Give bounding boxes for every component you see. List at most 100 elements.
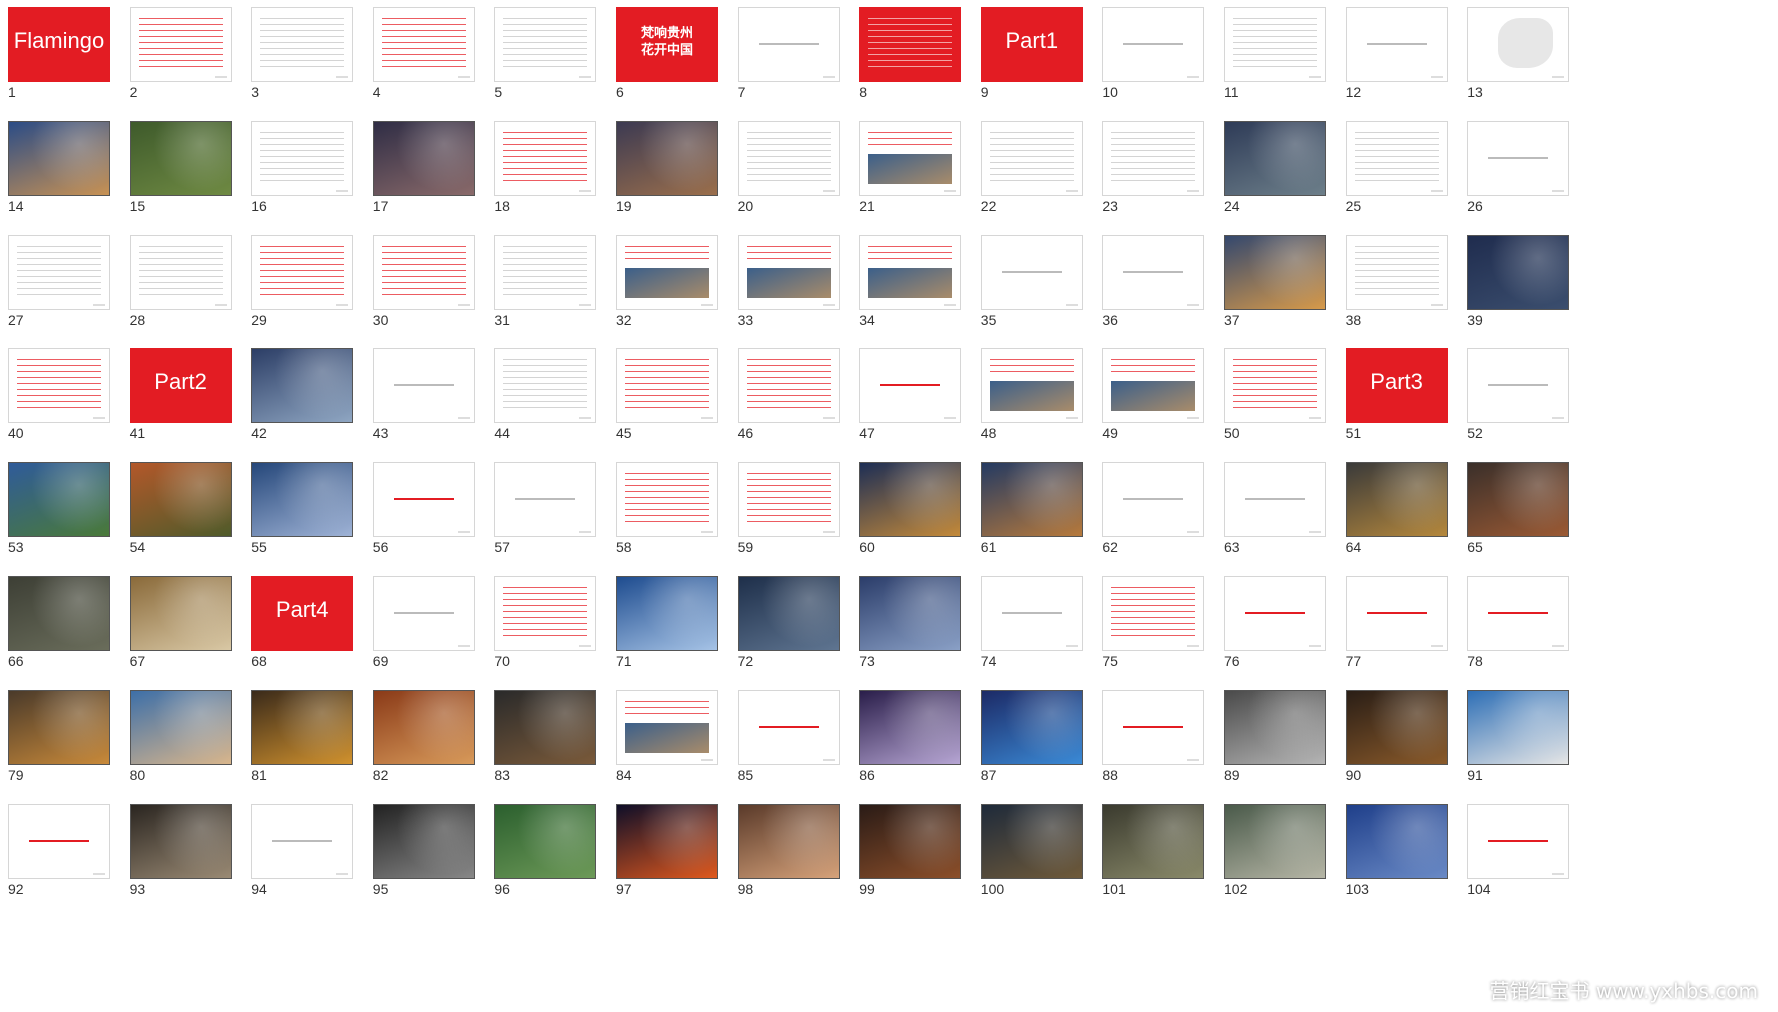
slide-thumbnail-cell[interactable]: 20 — [728, 112, 840, 217]
slide-thumbnail[interactable] — [8, 348, 110, 424]
slide-thumbnail-cell[interactable]: 34 — [849, 226, 962, 331]
slide-thumbnail[interactable] — [251, 348, 354, 424]
slide-thumbnail-cell[interactable]: 102 — [1214, 795, 1326, 900]
slide-thumbnail-cell[interactable]: 64 — [1336, 453, 1448, 558]
slide-thumbnail[interactable] — [1224, 462, 1326, 538]
slide-thumbnail[interactable] — [1102, 234, 1205, 310]
slide-thumbnail-cell[interactable]: 12 — [1336, 0, 1448, 103]
slide-thumbnail-cell[interactable]: 67 — [120, 567, 232, 672]
slide-thumbnail[interactable] — [129, 462, 232, 538]
slide-thumbnail-cell[interactable]: 85 — [728, 681, 840, 786]
slide-thumbnail[interactable] — [1345, 462, 1448, 538]
slide-thumbnail-cell[interactable]: 42 — [241, 339, 354, 444]
slide-thumbnail[interactable] — [1467, 234, 1570, 310]
slide-thumbnail-cell[interactable]: 101 — [1092, 795, 1205, 900]
slide-thumbnail-cell[interactable]: 90 — [1336, 681, 1448, 786]
slide-thumbnail[interactable] — [372, 120, 475, 196]
slide-thumbnail-cell[interactable]: 88 — [1092, 681, 1205, 786]
slide-thumbnail-cell[interactable]: 11 — [1214, 0, 1326, 103]
slide-thumbnail[interactable] — [859, 234, 962, 310]
slide-thumbnail-cell[interactable]: 77 — [1336, 567, 1448, 672]
slide-thumbnail[interactable] — [251, 120, 354, 196]
slide-thumbnail-cell[interactable]: 38 — [1336, 226, 1448, 331]
slide-thumbnail[interactable] — [129, 689, 232, 765]
slide-thumbnail-cell[interactable]: 53 — [0, 453, 110, 558]
slide-thumbnail[interactable]: Part3 — [1345, 348, 1448, 424]
slide-thumbnail-cell[interactable]: 74 — [971, 567, 1083, 672]
slide-thumbnail-cell[interactable]: 39 — [1457, 226, 1570, 331]
slide-thumbnail-cell[interactable]: 100 — [971, 795, 1083, 900]
slide-thumbnail[interactable] — [859, 7, 962, 82]
slide-thumbnail[interactable] — [372, 7, 475, 82]
slide-thumbnail[interactable] — [372, 576, 475, 651]
slide-thumbnail[interactable] — [1224, 348, 1326, 424]
slide-thumbnail[interactable] — [8, 234, 110, 310]
slide-thumbnail[interactable] — [1102, 462, 1205, 538]
slide-thumbnail[interactable] — [251, 234, 354, 310]
slide-thumbnail-cell[interactable]: 32 — [606, 226, 718, 331]
slide-thumbnail[interactable] — [494, 120, 597, 196]
slide-thumbnail-cell[interactable]: 37 — [1214, 226, 1326, 331]
slide-thumbnail[interactable] — [494, 7, 597, 82]
slide-thumbnail[interactable] — [737, 120, 840, 196]
slide-thumbnail[interactable] — [1345, 803, 1448, 879]
slide-thumbnail-cell[interactable]: 86 — [849, 681, 962, 786]
slide-thumbnail-cell[interactable]: 7 — [728, 0, 840, 103]
slide-thumbnail[interactable] — [372, 462, 475, 538]
slide-thumbnail-cell[interactable]: 99 — [849, 795, 962, 900]
slide-thumbnail-cell[interactable]: 81 — [241, 681, 354, 786]
slide-thumbnail[interactable] — [1345, 120, 1448, 196]
slide-thumbnail[interactable] — [737, 234, 840, 310]
slide-thumbnail[interactable] — [1224, 7, 1326, 82]
slide-thumbnail[interactable] — [1102, 689, 1205, 765]
slide-thumbnail-cell[interactable]: Part2 41 — [120, 339, 232, 444]
slide-thumbnail-cell[interactable]: 69 — [363, 567, 475, 672]
slide-thumbnail[interactable] — [1102, 803, 1205, 879]
slide-thumbnail[interactable] — [129, 7, 232, 82]
slide-thumbnail[interactable] — [494, 689, 597, 765]
slide-thumbnail-cell[interactable]: 48 — [971, 339, 1083, 444]
slide-thumbnail[interactable] — [1467, 348, 1570, 424]
slide-thumbnail[interactable] — [372, 348, 475, 424]
slide-thumbnail-cell[interactable]: 57 — [484, 453, 597, 558]
slide-thumbnail-cell[interactable]: 13 — [1457, 0, 1570, 103]
slide-thumbnail[interactable] — [980, 234, 1083, 310]
slide-thumbnail[interactable] — [8, 120, 110, 196]
slide-thumbnail-cell[interactable]: 95 — [363, 795, 475, 900]
slide-thumbnail-cell[interactable]: 24 — [1214, 112, 1326, 217]
slide-thumbnail[interactable] — [1345, 576, 1448, 651]
slide-thumbnail[interactable]: Part1 — [980, 7, 1083, 82]
slide-thumbnail-cell[interactable]: 30 — [363, 226, 475, 331]
slide-thumbnail-cell[interactable]: 23 — [1092, 112, 1205, 217]
slide-thumbnail[interactable] — [494, 234, 597, 310]
slide-thumbnail-cell[interactable]: 103 — [1336, 795, 1448, 900]
slide-thumbnail[interactable] — [859, 689, 962, 765]
slide-thumbnail[interactable] — [251, 462, 354, 538]
slide-thumbnail[interactable] — [1224, 576, 1326, 651]
slide-thumbnail-cell[interactable]: 40 — [0, 339, 110, 444]
slide-thumbnail[interactable] — [494, 348, 597, 424]
slide-thumbnail[interactable] — [737, 576, 840, 651]
slide-thumbnail[interactable] — [372, 234, 475, 310]
slide-thumbnail[interactable] — [1102, 7, 1205, 82]
slide-thumbnail-cell[interactable]: 54 — [120, 453, 232, 558]
slide-thumbnail[interactable] — [980, 462, 1083, 538]
slide-thumbnail-cell[interactable]: Part4 68 — [241, 567, 354, 672]
slide-thumbnail-cell[interactable]: 22 — [971, 112, 1083, 217]
slide-thumbnail[interactable] — [980, 689, 1083, 765]
slide-thumbnail-cell[interactable]: 66 — [0, 567, 110, 672]
slide-thumbnail[interactable] — [1467, 689, 1570, 765]
slide-thumbnail[interactable] — [1467, 803, 1570, 879]
slide-thumbnail[interactable] — [737, 462, 840, 538]
slide-thumbnail[interactable] — [8, 576, 110, 651]
slide-thumbnail[interactable] — [1224, 120, 1326, 196]
slide-thumbnail-cell[interactable]: 52 — [1457, 339, 1570, 444]
slide-thumbnail[interactable] — [494, 462, 597, 538]
slide-thumbnail-cell[interactable]: 82 — [363, 681, 475, 786]
slide-thumbnail-cell[interactable]: 70 — [484, 567, 597, 672]
slide-thumbnail-cell[interactable]: 35 — [971, 226, 1083, 331]
slide-thumbnail-cell[interactable]: 83 — [484, 681, 597, 786]
slide-thumbnail-cell[interactable]: 80 — [120, 681, 232, 786]
slide-thumbnail[interactable] — [1102, 576, 1205, 651]
slide-thumbnail-cell[interactable]: 91 — [1457, 681, 1570, 786]
